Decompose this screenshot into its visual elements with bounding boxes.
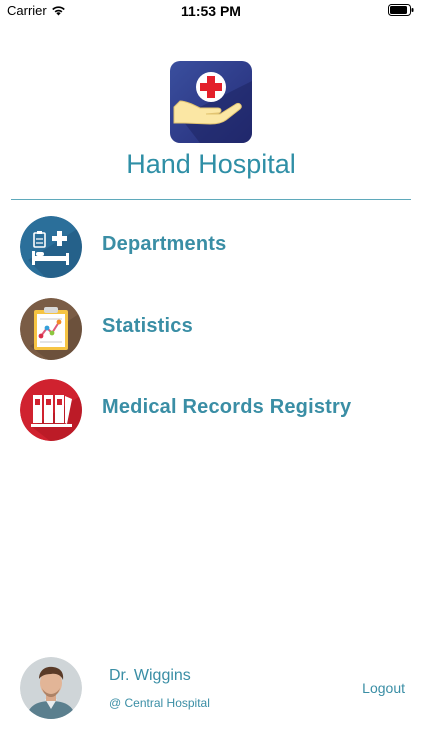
doctor-name: Dr. Wiggins	[109, 667, 191, 684]
binders-icon	[20, 379, 82, 441]
menu-label-departments: Departments	[102, 233, 227, 255]
battery-icon	[388, 4, 414, 16]
menu-item-departments[interactable]: Departments	[20, 216, 410, 280]
logout-button[interactable]: Logout	[362, 680, 405, 696]
menu-label-medical-records-registry: Medical Records Registry	[102, 396, 352, 418]
menu-label-statistics: Statistics	[102, 315, 193, 337]
title-divider	[11, 199, 411, 200]
app-title: Hand Hospital	[126, 149, 296, 179]
clipboard-chart-icon	[20, 298, 82, 360]
menu-item-medical-records-registry[interactable]: Medical Records Registry	[20, 379, 410, 443]
status-bar: Carrier 11:53 PM	[0, 0, 422, 22]
hand-hospital-logo-icon	[170, 61, 252, 143]
doctor-avatar[interactable]	[20, 657, 82, 719]
menu-item-statistics[interactable]: Statistics	[20, 298, 410, 362]
status-time: 11:53 PM	[181, 3, 241, 19]
hospital-bed-icon	[20, 216, 82, 278]
hospital-name: @ Central Hospital	[109, 696, 210, 710]
